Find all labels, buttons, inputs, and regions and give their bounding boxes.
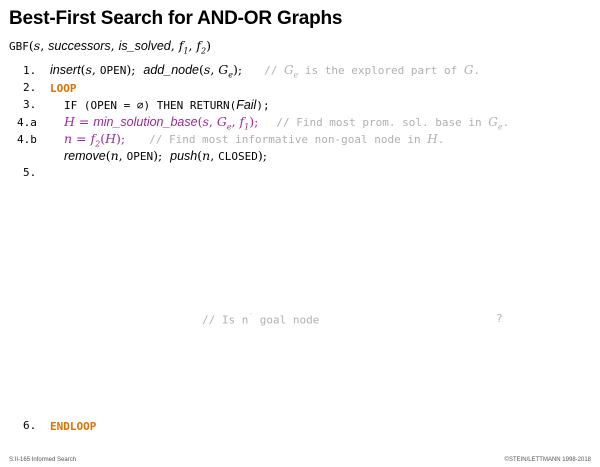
line-number: 1. <box>23 64 37 77</box>
algo-name: GBF <box>9 40 29 53</box>
arg-s: s <box>33 38 41 53</box>
goal-node-question: ? <box>496 312 503 325</box>
line-number: 2. <box>23 81 37 94</box>
arg-f2: f2 <box>196 38 207 56</box>
line-number: 6. <box>23 419 37 432</box>
line-4b-code: n = f2(H); // Find most informative non-… <box>64 131 445 149</box>
line-4a-code: H = min_solution_base(s, Ge, f1); // Fin… <box>64 114 510 132</box>
line-3-code: IF (OPEN = ∅) THEN RETURN(Fail); <box>64 98 270 112</box>
footer-left: S:II-165 Informed Search <box>9 457 77 463</box>
endloop-keyword: ENDLOOP <box>50 420 97 433</box>
line-number: 5. <box>23 166 37 179</box>
algorithm-signature: GBF(s, successors, is_solved, f1, f2) <box>9 38 212 56</box>
line-1-code: insert(s, OPEN); add_node(s, Ge); // Ge … <box>50 62 481 80</box>
goal-node-comment: // Is n′ goal node <box>202 312 320 327</box>
slide-title: Best-First Search for AND-OR Graphs <box>9 8 343 29</box>
footer-right: ©STEIN/LETTMANN 1998-2018 <box>504 457 591 463</box>
line-number: 4.b <box>17 133 37 146</box>
arg-f1: f1 <box>178 38 189 56</box>
line-number: 4.a <box>17 116 37 129</box>
line-number: 3. <box>23 98 37 111</box>
line-4b-continuation: remove(n, OPEN); push(n, CLOSED); <box>64 148 267 163</box>
arg-successors: successors <box>48 39 111 53</box>
loop-keyword: LOOP <box>50 82 77 95</box>
arg-is-solved: is_solved <box>118 39 171 53</box>
